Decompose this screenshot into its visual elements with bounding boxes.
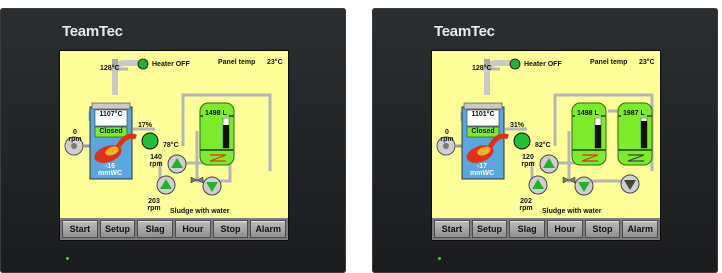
tank-2-level: 1987 L bbox=[621, 110, 647, 118]
tank-1-level: 1498 L bbox=[203, 110, 229, 118]
hmi-panel-left: TeamTec 128°C Heater OFF Panel temp 23°C… bbox=[0, 8, 346, 273]
setup-button[interactable]: Setup bbox=[99, 220, 136, 238]
pressure-unit: mmWC bbox=[469, 170, 495, 177]
start-button[interactable]: Start bbox=[62, 220, 98, 238]
feed-unit: rpm bbox=[147, 205, 161, 212]
hmi-screen: 128°C Heater OFF Panel temp 23°C 0 rpm 1… bbox=[431, 50, 661, 241]
heater-status: Heater OFF bbox=[152, 61, 190, 68]
pressure-unit: mmWC bbox=[97, 170, 123, 177]
alarm-button[interactable]: Alarm bbox=[250, 220, 287, 238]
furnace-temp: 1107°C bbox=[99, 111, 123, 118]
sludge-label: Sludge with water bbox=[170, 208, 230, 215]
bottom-nav: Start Setup Slag Hour Stop Alarm bbox=[60, 218, 288, 240]
brand-logo: TeamTec bbox=[62, 23, 123, 40]
panel-temp-value: 23°C bbox=[639, 59, 655, 66]
valve-indicator[interactable] bbox=[513, 132, 531, 150]
panel-temp-label: Panel temp bbox=[218, 59, 256, 66]
heater-indicator bbox=[509, 58, 521, 70]
damper-status: Closed bbox=[471, 128, 495, 135]
setup-button[interactable]: Setup bbox=[471, 220, 508, 238]
hour-button[interactable]: Hour bbox=[175, 220, 211, 238]
panel-temp-label: Panel temp bbox=[590, 59, 628, 66]
power-led bbox=[438, 257, 441, 260]
alarm-button[interactable]: Alarm bbox=[622, 220, 659, 238]
panel-temp-value: 23°C bbox=[267, 59, 283, 66]
heater-indicator bbox=[137, 58, 149, 70]
start-button[interactable]: Start bbox=[434, 220, 470, 238]
sludge-label: Sludge with water bbox=[542, 208, 602, 215]
flue-temp: 128°C bbox=[100, 65, 120, 72]
feed-unit: rpm bbox=[519, 205, 533, 212]
valve-percent: 31% bbox=[510, 122, 525, 129]
damper-status: Closed bbox=[99, 128, 123, 135]
oil-temp: 78°C bbox=[163, 142, 179, 149]
hmi-panel-right: TeamTec 128°C Heater OFF Panel temp 23°C… bbox=[372, 8, 718, 273]
tank-1-level: 1498 L bbox=[575, 110, 601, 118]
slag-button[interactable]: Slag bbox=[509, 220, 546, 238]
slag-button[interactable]: Slag bbox=[137, 220, 174, 238]
hour-button[interactable]: Hour bbox=[547, 220, 583, 238]
stop-button[interactable]: Stop bbox=[584, 220, 621, 238]
heater-status: Heater OFF bbox=[524, 61, 562, 68]
pump-unit: rpm bbox=[521, 161, 535, 168]
fan-unit: rpm bbox=[440, 136, 454, 143]
valve-percent: 17% bbox=[138, 122, 153, 129]
bottom-nav: Start Setup Slag Hour Stop Alarm bbox=[432, 218, 660, 240]
hmi-screen: 128°C Heater OFF Panel temp 23°C 0 rpm 1… bbox=[59, 50, 289, 241]
valve-indicator[interactable] bbox=[141, 132, 159, 150]
brand-logo: TeamTec bbox=[434, 23, 495, 40]
furnace-temp: 1101°C bbox=[471, 111, 495, 118]
power-led bbox=[66, 257, 69, 260]
fan-unit: rpm bbox=[68, 136, 82, 143]
stop-button[interactable]: Stop bbox=[212, 220, 249, 238]
pump-unit: rpm bbox=[149, 161, 163, 168]
flue-temp: 128°C bbox=[472, 65, 492, 72]
oil-temp: 82°C bbox=[535, 142, 551, 149]
